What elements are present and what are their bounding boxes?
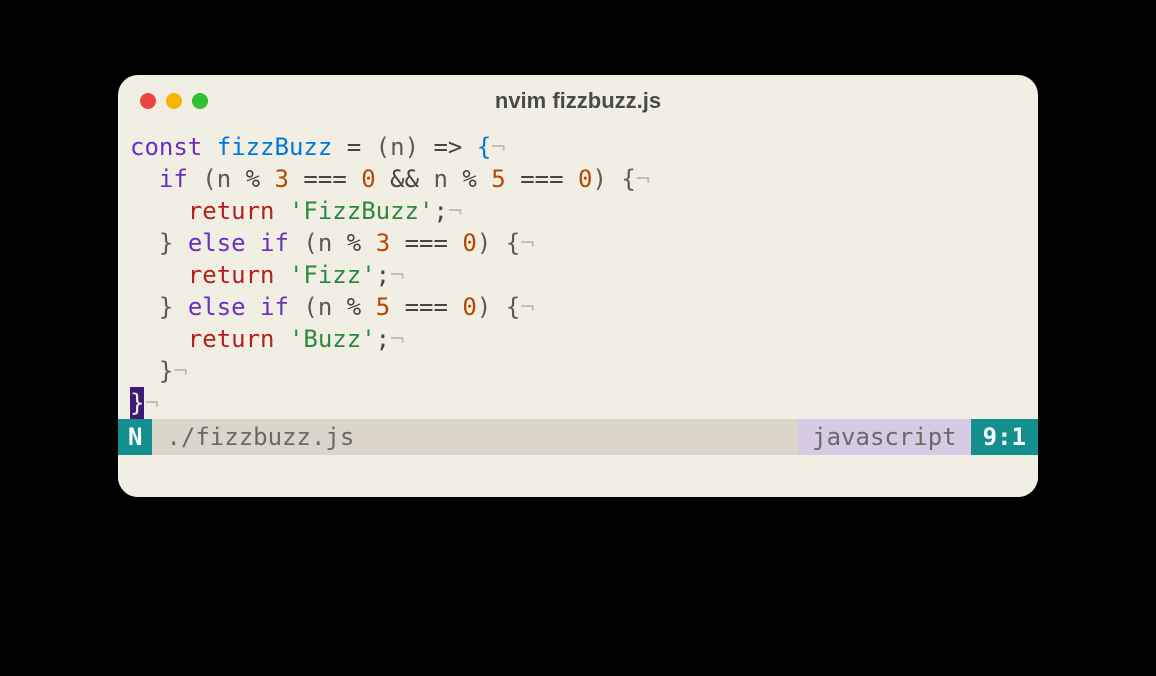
editor-window: nvim fizzbuzz.js const fizzBuzz = (n) =>…: [118, 75, 1038, 497]
code-token: ¬: [173, 357, 187, 385]
window-title: nvim fizzbuzz.js: [118, 88, 1038, 114]
code-token: 3: [376, 229, 390, 257]
code-token: }: [159, 229, 188, 257]
code-token: }: [130, 387, 144, 419]
status-mode: N: [118, 419, 152, 455]
code-token: 0: [361, 165, 375, 193]
code-token: return: [188, 197, 275, 225]
code-token: ): [477, 229, 506, 257]
code-token: 0: [462, 229, 476, 257]
code-token: 0: [462, 293, 476, 321]
code-token: (: [289, 293, 318, 321]
code-token: &&: [376, 165, 434, 193]
code-token: 0: [578, 165, 592, 193]
code-token: 'Buzz': [289, 325, 376, 353]
code-token: ;: [376, 325, 390, 353]
window-bottom-padding: [118, 455, 1038, 497]
code-token: }: [159, 293, 188, 321]
code-token: %: [332, 229, 375, 257]
code-token: ===: [506, 165, 578, 193]
code-token: n: [433, 165, 447, 193]
code-token: }: [159, 357, 173, 385]
traffic-lights: [140, 93, 208, 109]
code-token: (: [289, 229, 318, 257]
code-token: ): [477, 293, 506, 321]
zoom-icon[interactable]: [192, 93, 208, 109]
code-token: =>: [433, 133, 462, 161]
code-token: ¬: [390, 261, 404, 289]
code-token: 'Fizz': [289, 261, 376, 289]
code-token: (: [361, 133, 390, 161]
code-token: ===: [289, 165, 361, 193]
code-token: else if: [188, 293, 289, 321]
code-token: ): [405, 133, 434, 161]
code-token: ): [592, 165, 621, 193]
code-token: ;: [376, 261, 390, 289]
code-token: [275, 325, 289, 353]
code-editor[interactable]: const fizzBuzz = (n) => {¬ if (n % 3 ===…: [118, 119, 1038, 419]
status-cursor-position: 9:1: [971, 419, 1038, 455]
code-token: ¬: [636, 165, 650, 193]
code-token: 3: [275, 165, 289, 193]
code-token: ===: [390, 293, 462, 321]
statusline: N ./fizzbuzz.js javascript 9:1: [118, 419, 1038, 455]
code-token: =: [347, 133, 361, 161]
code-token: ¬: [448, 197, 462, 225]
code-token: ===: [390, 229, 462, 257]
code-token: n: [318, 229, 332, 257]
code-token: %: [332, 293, 375, 321]
minimize-icon[interactable]: [166, 93, 182, 109]
code-token: n: [217, 165, 231, 193]
code-token: {: [621, 165, 635, 193]
code-token: else if: [188, 229, 289, 257]
code-token: fizzBuzz: [217, 133, 333, 161]
code-token: n: [318, 293, 332, 321]
code-token: [275, 261, 289, 289]
status-filename: ./fizzbuzz.js: [152, 419, 798, 455]
code-token: {: [506, 229, 520, 257]
code-token: ¬: [390, 325, 404, 353]
code-token: {: [477, 133, 491, 161]
code-token: const: [130, 133, 217, 161]
code-token: [332, 133, 346, 161]
code-token: return: [188, 325, 275, 353]
status-filetype: javascript: [798, 419, 971, 455]
code-token: {: [506, 293, 520, 321]
close-icon[interactable]: [140, 93, 156, 109]
code-token: %: [231, 165, 274, 193]
code-token: [275, 197, 289, 225]
titlebar: nvim fizzbuzz.js: [118, 75, 1038, 119]
code-token: [462, 133, 476, 161]
code-token: 'FizzBuzz': [289, 197, 434, 225]
code-token: return: [188, 261, 275, 289]
code-token: n: [390, 133, 404, 161]
code-token: ¬: [520, 293, 534, 321]
code-token: ;: [433, 197, 447, 225]
code-token: %: [448, 165, 491, 193]
code-token: if: [159, 165, 188, 193]
code-token: 5: [491, 165, 505, 193]
code-token: ¬: [491, 133, 505, 161]
code-token: (: [188, 165, 217, 193]
code-token: ¬: [520, 229, 534, 257]
code-token: ¬: [144, 389, 158, 417]
code-token: 5: [376, 293, 390, 321]
